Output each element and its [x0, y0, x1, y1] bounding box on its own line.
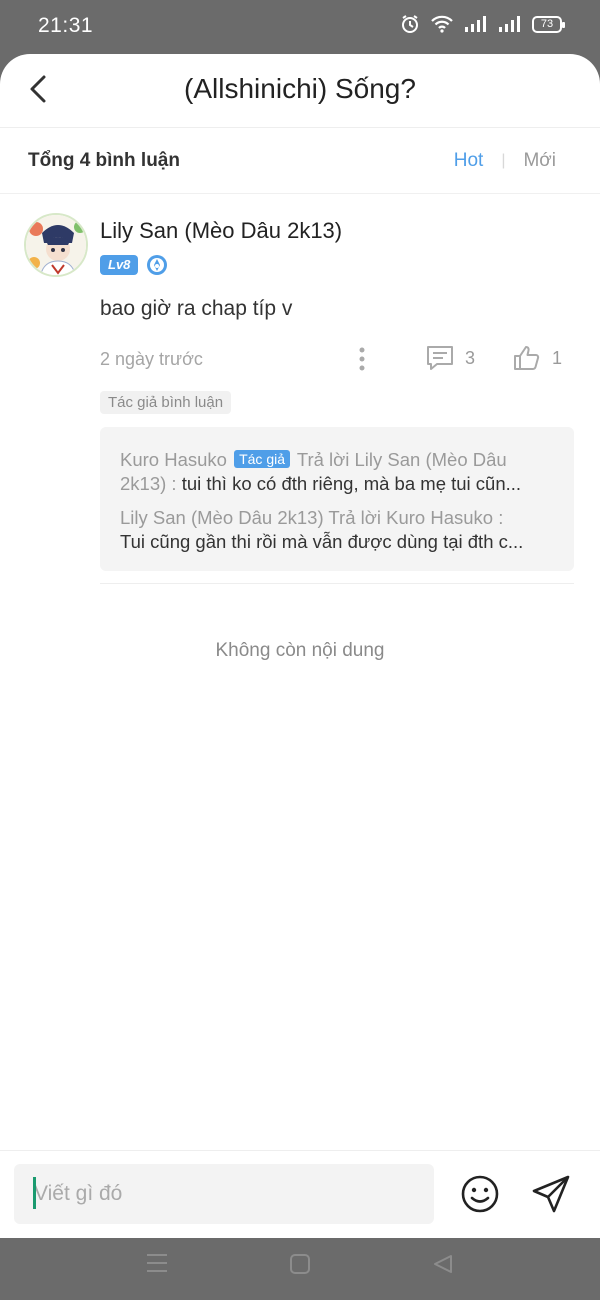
reply-button[interactable]: 3: [425, 344, 475, 372]
recent-apps-icon[interactable]: [145, 1252, 169, 1274]
emoji-button[interactable]: [460, 1174, 500, 1214]
sort-switch: Hot | Mới: [454, 150, 556, 172]
author-tag-badge: Tác giả: [234, 450, 291, 468]
like-button[interactable]: 1: [512, 344, 562, 372]
replies-box[interactable]: Kuro Hasuko Tác giả Trả lời Lily San (Mè…: [100, 427, 574, 571]
signal-icon-2: [499, 16, 520, 32]
send-icon: [532, 1175, 570, 1213]
thumbs-up-icon: [514, 346, 540, 370]
comment-total: Tổng 4 bình luận: [28, 150, 180, 171]
battery-icon: 73: [532, 15, 565, 33]
reply-to-label: Trả lời Kuro Hasuko :: [328, 507, 504, 528]
avatar[interactable]: [24, 213, 88, 277]
level-badge: Lv8: [100, 255, 139, 275]
reply-count: 3: [465, 347, 476, 368]
more-options-button[interactable]: [352, 345, 372, 373]
reply-item[interactable]: Lily San (Mèo Dâu 2k13) Trả lời Kuro Has…: [120, 506, 554, 554]
sort-new-tab[interactable]: Mới: [523, 150, 556, 172]
comment-input[interactable]: [14, 1164, 434, 1224]
comment-summary-bar: Tổng 4 bình luận Hot | Mới: [0, 128, 600, 194]
status-time: 21:31: [38, 14, 94, 37]
status-icons: 73: [400, 14, 565, 34]
wifi-icon: [431, 15, 453, 33]
medal-icon: [147, 255, 168, 275]
reply-content: Tui cũng gần thi rồi mà vẫn được dùng tạ…: [120, 531, 524, 552]
reply-author[interactable]: Lily San (Mèo Dâu 2k13): [120, 507, 324, 528]
back-triangle-icon[interactable]: [432, 1253, 454, 1275]
end-of-content-label: Không còn nội dung: [215, 640, 385, 661]
reply-author[interactable]: Kuro Hasuko: [120, 449, 227, 470]
status-bar: 21:31 73: [0, 0, 600, 52]
sort-hot-tab[interactable]: Hot: [454, 150, 484, 172]
text-caret: [33, 1177, 36, 1209]
author-commented-tag: Tác giả bình luận: [100, 391, 232, 414]
home-icon[interactable]: [289, 1253, 311, 1275]
comment-text: bao giờ ra chap típ v: [100, 297, 293, 320]
reply-content: tui thì ko có đth riêng, mà ba mẹ tui cũ…: [181, 473, 522, 494]
sort-separator: |: [501, 152, 506, 169]
more-vertical-icon: [359, 347, 365, 371]
smiley-icon: [461, 1175, 499, 1213]
page-title: (Allshinichi) Sống?: [184, 73, 416, 104]
signal-icon: [465, 16, 486, 32]
system-nav-bar: [0, 1240, 600, 1300]
reply-item[interactable]: Kuro Hasuko Tác giả Trả lời Lily San (Mè…: [120, 447, 554, 496]
send-button[interactable]: [530, 1173, 572, 1215]
comment-icon: [427, 346, 453, 370]
like-count: 1: [552, 347, 563, 368]
comment-time: 2 ngày trước: [100, 349, 203, 369]
comment-username[interactable]: Lily San (Mèo Dâu 2k13): [100, 218, 342, 244]
alarm-icon: [402, 15, 418, 33]
divider: [100, 583, 574, 584]
user-badges: Lv8: [100, 254, 168, 276]
battery-level: 73: [540, 17, 554, 30]
header: (Allshinichi) Sống?: [0, 54, 600, 128]
